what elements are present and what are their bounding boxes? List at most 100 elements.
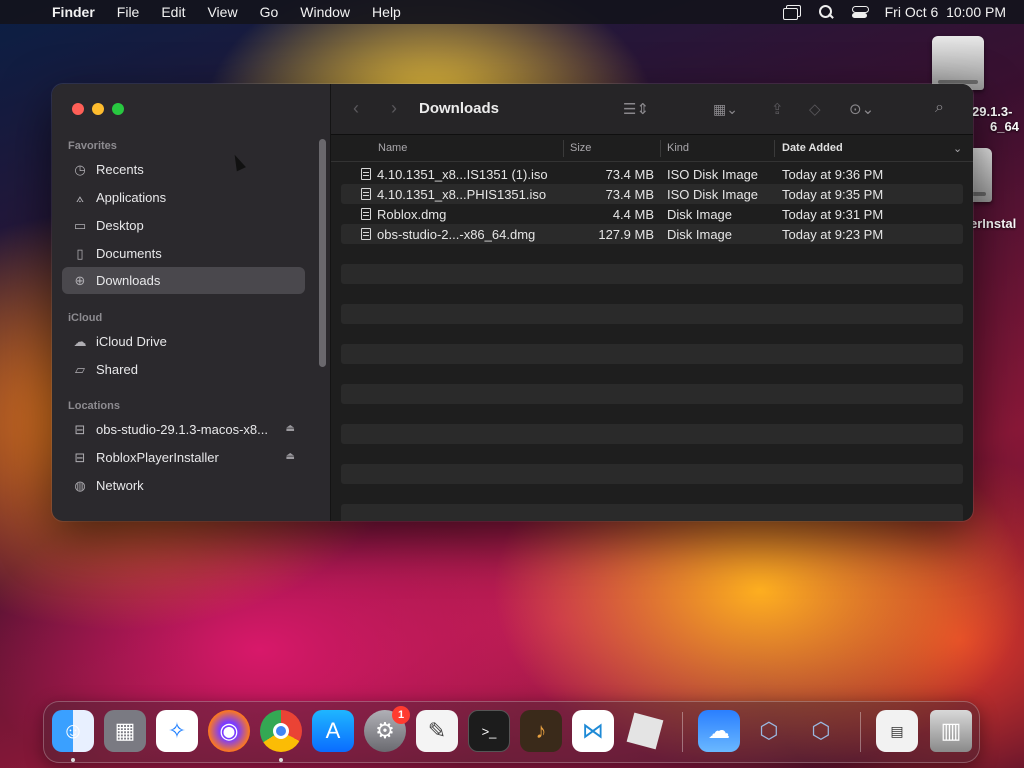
safari-icon[interactable]: ✧ xyxy=(156,710,198,752)
menu-help[interactable]: Help xyxy=(361,4,412,20)
column-kind[interactable]: Kind xyxy=(667,142,689,154)
menu-file[interactable]: File xyxy=(106,4,151,20)
sidebar-item-documents[interactable]: ▯ Documents xyxy=(62,240,305,267)
list-view-icon[interactable]: ☰⇕ xyxy=(623,100,649,118)
roblox-icon[interactable] xyxy=(624,710,666,752)
control-center-icon[interactable] xyxy=(851,5,869,19)
globe-icon: ◍ xyxy=(74,477,86,493)
shared-folder-icon: ▱ xyxy=(75,361,85,377)
column-divider xyxy=(563,140,564,157)
column-name[interactable]: Name xyxy=(378,142,407,154)
empty-row xyxy=(341,504,963,521)
screen-mirroring-icon[interactable] xyxy=(782,5,801,20)
menu-window[interactable]: Window xyxy=(289,4,361,20)
sidebar-item-desktop[interactable]: ▭ Desktop xyxy=(62,212,305,239)
desktop-label-obs[interactable]: 29.1.3- 6_64 xyxy=(972,104,1019,134)
empty-row xyxy=(341,444,963,464)
share-icon[interactable]: ⇪ xyxy=(771,100,784,118)
chrome-app-icon[interactable]: ▤ xyxy=(876,710,918,752)
empty-row xyxy=(341,384,963,404)
eject-icon[interactable]: ⏏ xyxy=(286,423,295,434)
dock-separator xyxy=(860,712,861,752)
empty-row xyxy=(341,424,963,444)
textedit-icon[interactable]: ✎ xyxy=(416,710,458,752)
close-button[interactable] xyxy=(72,103,84,115)
empty-row xyxy=(341,304,963,324)
firefox-icon[interactable]: ◉ xyxy=(208,710,250,752)
tag-icon[interactable]: ◇ xyxy=(809,100,821,118)
menu-edit[interactable]: Edit xyxy=(150,4,196,20)
file-icon xyxy=(361,168,371,180)
applications-icon: ⟑ xyxy=(76,189,84,205)
finder-window: Favorites ◷ Recents ⟑ Applications ▭ Des… xyxy=(52,84,973,521)
sidebar-header-icloud: iCloud xyxy=(68,312,103,324)
eject-icon[interactable]: ⏏ xyxy=(286,451,295,462)
sidebar-item-network[interactable]: ◍ Network xyxy=(62,472,305,499)
menu-view[interactable]: View xyxy=(196,4,248,20)
running-indicator xyxy=(71,758,75,762)
sidebar-item-obs-volume[interactable]: ⊟ obs-studio-29.1.3-macos-x8... ⏏ xyxy=(62,416,305,443)
search-icon[interactable]: ⌕ xyxy=(935,99,944,117)
finder-icon[interactable]: ☺ xyxy=(52,710,94,752)
dock: ☺ ▦ ✧ ◉ A ⚙ 1 ✎ >_ ♪ ⋈ ☁ ⬡ ⬡ ▤ ▥ xyxy=(43,701,980,763)
trash-icon[interactable]: ▥ xyxy=(930,710,972,752)
menu-app-finder[interactable]: Finder xyxy=(52,4,106,20)
virtualbox-icon[interactable]: ⬡ xyxy=(748,710,790,752)
file-icon xyxy=(361,208,371,220)
sidebar-item-applications[interactable]: ⟑ Applications xyxy=(62,184,305,211)
sidebar-item-shared[interactable]: ▱ Shared xyxy=(62,356,305,383)
table-row[interactable]: 4.10.1351_x8...IS1351 (1).iso 73.4 MB IS… xyxy=(341,164,963,184)
virtualbox-vm-icon[interactable]: ⬡ xyxy=(800,710,842,752)
column-divider xyxy=(660,140,661,157)
file-list: 4.10.1351_x8...IS1351 (1).iso 73.4 MB IS… xyxy=(341,164,963,521)
window-title: Downloads xyxy=(419,100,500,117)
file-icon xyxy=(361,188,371,200)
desktop-label-roblox[interactable]: erInstal xyxy=(970,216,1016,231)
menu-go[interactable]: Go xyxy=(249,4,290,20)
desktop-disk-icon-obs[interactable] xyxy=(932,36,984,90)
garageband-icon[interactable]: ♪ xyxy=(520,710,562,752)
menubar-clock[interactable]: Fri Oct 6 10:00 PM xyxy=(885,4,1006,20)
terminal-icon[interactable]: >_ xyxy=(468,710,510,752)
group-by-icon[interactable]: ▦⌄ xyxy=(713,101,738,118)
table-row[interactable]: obs-studio-2...-x86_64.dmg 127.9 MB Disk… xyxy=(341,224,963,244)
forward-chevron-icon[interactable]: › xyxy=(391,98,397,119)
sidebar-item-icloud-drive[interactable]: ☁ iCloud Drive xyxy=(62,328,305,355)
back-chevron-icon[interactable]: ‹ xyxy=(353,98,359,119)
empty-row xyxy=(341,464,963,484)
sidebar-item-downloads[interactable]: ⊕ Downloads xyxy=(62,267,305,294)
empty-row xyxy=(341,364,963,384)
zoom-button[interactable] xyxy=(112,103,124,115)
sort-chevron-icon[interactable]: ⌄ xyxy=(953,142,962,155)
empty-row xyxy=(341,484,963,504)
sidebar-item-roblox-volume[interactable]: ⊟ RobloxPlayerInstaller ⏏ xyxy=(62,444,305,471)
sidebar-header-locations: Locations xyxy=(68,400,120,412)
chrome-icon[interactable] xyxy=(260,710,302,752)
spotlight-search-icon[interactable] xyxy=(817,5,835,19)
dock-separator xyxy=(682,712,683,752)
sidebar-item-recents[interactable]: ◷ Recents xyxy=(62,156,305,183)
sidebar-scrollbar[interactable] xyxy=(319,139,326,367)
column-header: Name Size Kind Date Added ⌄ xyxy=(331,135,973,162)
column-date-added[interactable]: Date Added xyxy=(782,142,843,154)
system-settings-icon[interactable]: ⚙ 1 xyxy=(364,706,410,752)
empty-row xyxy=(341,284,963,304)
desktop-icon: ▭ xyxy=(73,217,87,233)
app-store-icon[interactable]: A xyxy=(312,710,354,752)
weather-icon[interactable]: ☁ xyxy=(698,710,740,752)
table-row[interactable]: Roblox.dmg 4.4 MB Disk Image Today at 9:… xyxy=(341,204,963,224)
document-icon: ▯ xyxy=(76,245,84,261)
drive-icon: ⊟ xyxy=(74,449,86,465)
download-icon: ⊕ xyxy=(74,272,86,288)
minimize-button[interactable] xyxy=(92,103,104,115)
empty-row xyxy=(341,344,963,364)
drive-icon: ⊟ xyxy=(74,421,86,437)
table-row[interactable]: 4.10.1351_x8...PHIS1351.iso 73.4 MB ISO … xyxy=(341,184,963,204)
notification-badge: 1 xyxy=(392,706,410,724)
empty-row xyxy=(341,324,963,344)
launchpad-icon[interactable]: ▦ xyxy=(104,710,146,752)
vscode-icon[interactable]: ⋈ xyxy=(572,710,614,752)
file-icon xyxy=(361,228,371,240)
column-size[interactable]: Size xyxy=(570,142,591,154)
more-actions-icon[interactable]: ⊙⌄ xyxy=(849,100,874,118)
